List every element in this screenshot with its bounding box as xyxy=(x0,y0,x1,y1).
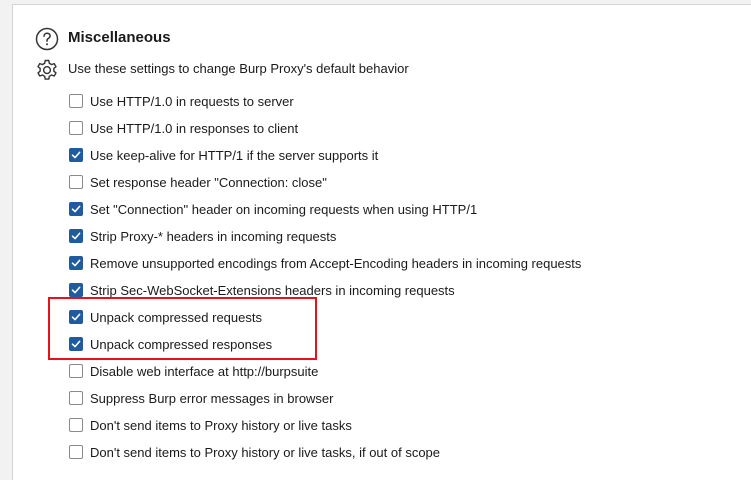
checkmark-icon xyxy=(71,259,81,267)
option-checkbox[interactable] xyxy=(69,202,83,216)
option-checkbox[interactable] xyxy=(69,148,83,162)
option-row[interactable]: Unpack compressed requests xyxy=(69,307,262,327)
option-checkbox[interactable] xyxy=(69,445,83,459)
option-row[interactable]: Set response header "Connection: close" xyxy=(69,172,327,192)
option-row[interactable]: Don't send items to Proxy history or liv… xyxy=(69,442,440,462)
option-label: Set "Connection" header on incoming requ… xyxy=(90,201,478,217)
option-checkbox[interactable] xyxy=(69,94,83,108)
checkmark-icon xyxy=(71,232,81,240)
option-label: Disable web interface at http://burpsuit… xyxy=(90,363,319,379)
option-label: Suppress Burp error messages in browser xyxy=(90,390,334,406)
option-row[interactable]: Suppress Burp error messages in browser xyxy=(69,388,334,408)
option-row[interactable]: Strip Sec-WebSocket-Extensions headers i… xyxy=(69,280,455,300)
checkmark-icon xyxy=(71,205,81,213)
checkmark-icon xyxy=(71,286,81,294)
option-label: Strip Sec-WebSocket-Extensions headers i… xyxy=(90,282,455,298)
option-label: Don't send items to Proxy history or liv… xyxy=(90,444,441,460)
option-label: Set response header "Connection: close" xyxy=(90,174,327,190)
option-row[interactable]: Use HTTP/1.0 in responses to client xyxy=(69,118,298,138)
option-checkbox[interactable] xyxy=(69,256,83,270)
option-row[interactable]: Set "Connection" header on incoming requ… xyxy=(69,199,477,219)
option-label: Unpack compressed requests xyxy=(90,309,262,325)
option-row[interactable]: Disable web interface at http://burpsuit… xyxy=(69,361,318,381)
option-checkbox[interactable] xyxy=(69,121,83,135)
option-checkbox[interactable] xyxy=(69,337,83,351)
option-checkbox[interactable] xyxy=(69,229,83,243)
option-row[interactable]: Remove unsupported encodings from Accept… xyxy=(69,253,581,273)
section-description: Use these settings to change Burp Proxy'… xyxy=(68,61,409,76)
checkmark-icon xyxy=(71,151,81,159)
option-label: Use keep-alive for HTTP/1 if the server … xyxy=(90,147,379,163)
option-checkbox[interactable] xyxy=(69,283,83,297)
option-label: Use HTTP/1.0 in requests to server xyxy=(90,93,294,109)
help-icon[interactable] xyxy=(35,27,59,51)
option-row[interactable]: Use HTTP/1.0 in requests to server xyxy=(69,91,294,111)
option-label: Use HTTP/1.0 in responses to client xyxy=(90,120,299,136)
option-checkbox[interactable] xyxy=(69,175,83,189)
option-checkbox[interactable] xyxy=(69,364,83,378)
checkmark-icon xyxy=(71,340,81,348)
option-row[interactable]: Unpack compressed responses xyxy=(69,334,272,354)
option-label: Remove unsupported encodings from Accept… xyxy=(90,255,582,271)
option-row[interactable]: Don't send items to Proxy history or liv… xyxy=(69,415,352,435)
miscellaneous-panel: Miscellaneous Use these settings to chan… xyxy=(12,4,751,480)
option-checkbox[interactable] xyxy=(69,310,83,324)
option-label: Strip Proxy-* headers in incoming reques… xyxy=(90,228,337,244)
option-row[interactable]: Use keep-alive for HTTP/1 if the server … xyxy=(69,145,378,165)
option-label: Unpack compressed responses xyxy=(90,336,273,352)
option-label: Don't send items to Proxy history or liv… xyxy=(90,417,352,433)
option-row[interactable]: Strip Proxy-* headers in incoming reques… xyxy=(69,226,336,246)
option-checkbox[interactable] xyxy=(69,391,83,405)
checkmark-icon xyxy=(71,313,81,321)
gear-icon[interactable] xyxy=(34,58,60,84)
section-title: Miscellaneous xyxy=(68,29,171,46)
option-checkbox[interactable] xyxy=(69,418,83,432)
